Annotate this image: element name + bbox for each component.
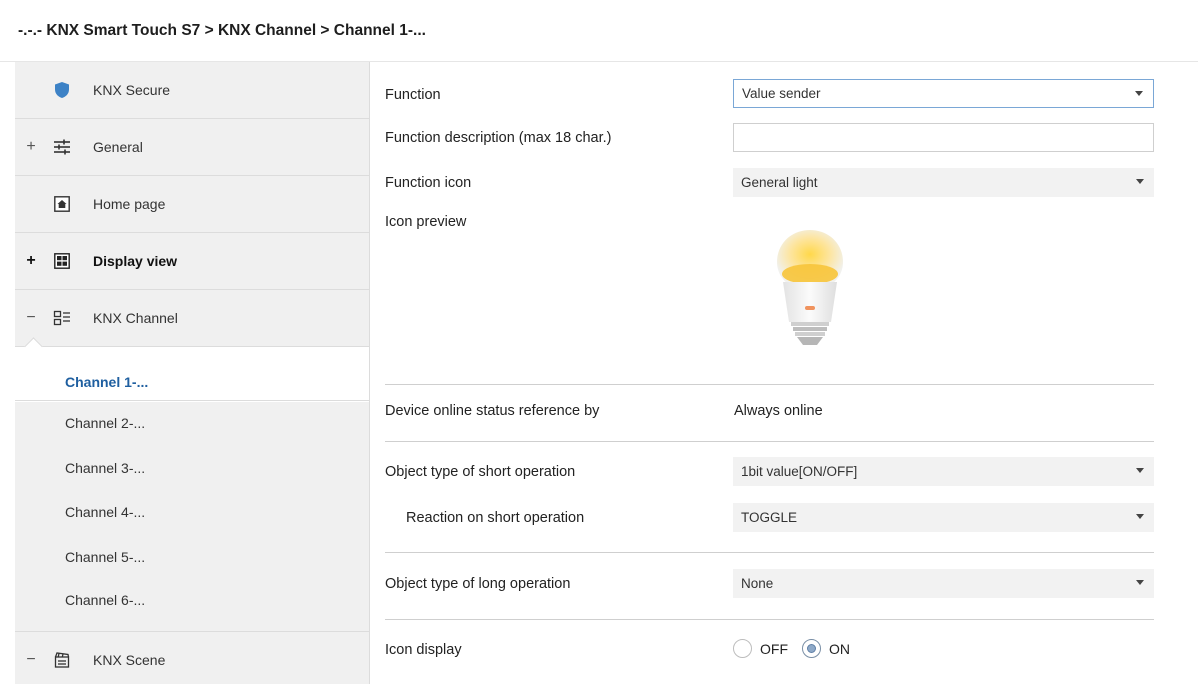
icon-display-off-radio[interactable]: [733, 639, 752, 658]
description-label: Function description (max 18 char.): [385, 130, 612, 146]
sidebar-item-channel-4[interactable]: Channel 4-...: [15, 493, 370, 531]
light-bulb-icon: [771, 224, 849, 352]
sidebar-item-label: Display view: [93, 253, 178, 269]
sidebar-item-home-page[interactable]: Home page: [15, 176, 370, 233]
grid-icon: [53, 252, 71, 270]
short-reaction-select[interactable]: TOGGLE: [733, 503, 1154, 532]
channel-list: Channel 2-... Channel 3-... Channel 4-..…: [15, 402, 370, 632]
function-label: Function: [385, 87, 441, 103]
function-icon-select[interactable]: General light: [733, 168, 1154, 197]
collapse-toggle[interactable]: −: [24, 651, 38, 669]
sidebar-item-channel-6[interactable]: Channel 6-...: [15, 581, 370, 619]
sidebar-item-channel-1[interactable]: Channel 1-...: [15, 363, 370, 401]
function-select-value: Value sender: [742, 86, 821, 101]
function-icon-label: Function icon: [385, 175, 472, 191]
sidebar-item-general[interactable]: + General: [15, 119, 370, 176]
short-operation-type-value: 1bit value[ON/OFF]: [741, 464, 858, 479]
sidebar-item-display-view[interactable]: + Display view: [15, 233, 370, 290]
description-input[interactable]: [733, 123, 1154, 152]
chevron-down-icon: [1136, 179, 1144, 184]
divider: [385, 619, 1154, 620]
icon-display-label: Icon display: [385, 642, 462, 658]
scene-icon: [53, 651, 71, 669]
sidebar-item-channel-2[interactable]: Channel 2-...: [15, 404, 370, 442]
expand-toggle[interactable]: +: [24, 252, 38, 270]
divider: [385, 441, 1154, 442]
short-operation-type-select[interactable]: 1bit value[ON/OFF]: [733, 457, 1154, 486]
chevron-down-icon: [1135, 91, 1143, 96]
icon-display-on-label[interactable]: ON: [829, 641, 850, 657]
chevron-down-icon: [1136, 580, 1144, 585]
sidebar-item-knx-channel[interactable]: − KNX Channel: [15, 290, 370, 347]
short-operation-type-label: Object type of short operation: [385, 464, 576, 480]
shield-icon: [53, 81, 71, 99]
sidebar: KNX Secure + General Home page + Display…: [0, 62, 370, 684]
icon-display-off-label[interactable]: OFF: [760, 641, 788, 657]
long-operation-type-select[interactable]: None: [733, 569, 1154, 598]
sidebar-item-label: Home page: [93, 196, 166, 212]
sidebar-item-label: General: [93, 139, 143, 155]
function-icon-select-value: General light: [741, 175, 818, 190]
icon-display-radio-group: OFF ON: [733, 639, 864, 658]
expand-toggle[interactable]: +: [24, 138, 38, 156]
chevron-down-icon: [1136, 514, 1144, 519]
short-reaction-value: TOGGLE: [741, 510, 798, 525]
sidebar-item-knx-scene[interactable]: − KNX Scene: [15, 631, 370, 684]
long-operation-type-label: Object type of long operation: [385, 576, 571, 592]
sidebar-item-channel-3[interactable]: Channel 3-...: [15, 449, 370, 487]
sidebar-item-label: KNX Channel: [93, 310, 178, 326]
short-reaction-label: Reaction on short operation: [406, 510, 585, 526]
sidebar-item-channel-5[interactable]: Channel 5-...: [15, 538, 370, 576]
home-icon: [53, 195, 71, 213]
long-operation-type-value: None: [741, 576, 774, 591]
breadcrumb: -.-.- KNX Smart Touch S7 > KNX Channel >…: [0, 0, 1198, 62]
divider: [385, 552, 1154, 553]
channel-icon: [53, 309, 71, 327]
chevron-down-icon: [1136, 468, 1144, 473]
sidebar-item-knx-secure[interactable]: KNX Secure: [15, 62, 370, 119]
online-status-label: Device online status reference by: [385, 403, 600, 419]
icon-display-on-radio[interactable]: [802, 639, 821, 658]
collapse-toggle[interactable]: −: [24, 309, 38, 327]
sidebar-item-label: KNX Scene: [93, 651, 166, 668]
online-status-value: Always online: [734, 403, 823, 419]
sliders-icon: [53, 138, 71, 156]
divider: [385, 384, 1154, 385]
icon-preview-label: Icon preview: [385, 214, 467, 230]
function-select[interactable]: Value sender: [733, 79, 1154, 108]
settings-panel: Function Value sender Function descripti…: [370, 62, 1198, 684]
sidebar-item-label: KNX Secure: [93, 82, 171, 98]
